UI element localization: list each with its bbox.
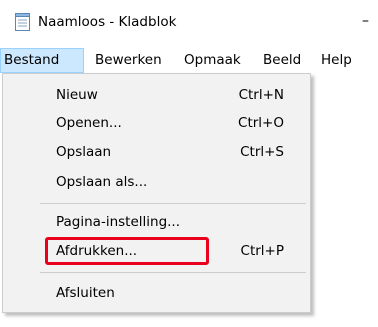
- minimize-button[interactable]: –: [362, 6, 378, 36]
- highlight-annotation: [45, 237, 209, 265]
- menu-item-label: Pagina-instelling...: [56, 214, 181, 230]
- window-title: Naamloos - Kladblok: [38, 14, 177, 30]
- menu-item-opslaan[interactable]: Opslaan Ctrl+S: [3, 139, 310, 166]
- menu-item-nieuw[interactable]: Nieuw Ctrl+N: [3, 82, 310, 109]
- menu-item-label: Opslaan als...: [56, 174, 148, 190]
- menu-item-pagina-instelling[interactable]: Pagina-instelling...: [3, 209, 310, 236]
- menu-item-label: Opslaan: [56, 144, 112, 160]
- menu-item-shortcut: Ctrl+P: [240, 243, 284, 259]
- menu-bestand[interactable]: Bestand: [0, 48, 84, 73]
- menu-item-shortcut: Ctrl+S: [240, 144, 284, 160]
- menu-item-shortcut: Ctrl+O: [238, 115, 284, 131]
- menu-bewerken[interactable]: Bewerken: [95, 48, 162, 73]
- menu-item-label: Nieuw: [56, 87, 98, 103]
- menu-item-label: Openen...: [56, 115, 122, 131]
- menu-opmaak[interactable]: Opmaak: [184, 48, 241, 73]
- menu-item-shortcut: Ctrl+N: [238, 87, 284, 103]
- menu-beeld[interactable]: Beeld: [263, 48, 301, 73]
- file-menu-dropdown: Nieuw Ctrl+N Openen... Ctrl+O Opslaan Ct…: [2, 73, 311, 313]
- menu-item-openen[interactable]: Openen... Ctrl+O: [3, 110, 310, 137]
- notepad-icon: [15, 13, 30, 31]
- menu-help[interactable]: Help: [321, 48, 352, 73]
- menu-item-label: Afsluiten: [56, 285, 115, 301]
- menu-bar: Bestand Bewerken Opmaak Beeld Help: [0, 48, 378, 73]
- menu-separator: [40, 272, 306, 273]
- title-bar: Naamloos - Kladblok –: [0, 0, 378, 46]
- menu-item-opslaan-als[interactable]: Opslaan als...: [3, 169, 310, 196]
- menu-item-afsluiten[interactable]: Afsluiten: [3, 280, 310, 307]
- menu-separator: [40, 203, 306, 204]
